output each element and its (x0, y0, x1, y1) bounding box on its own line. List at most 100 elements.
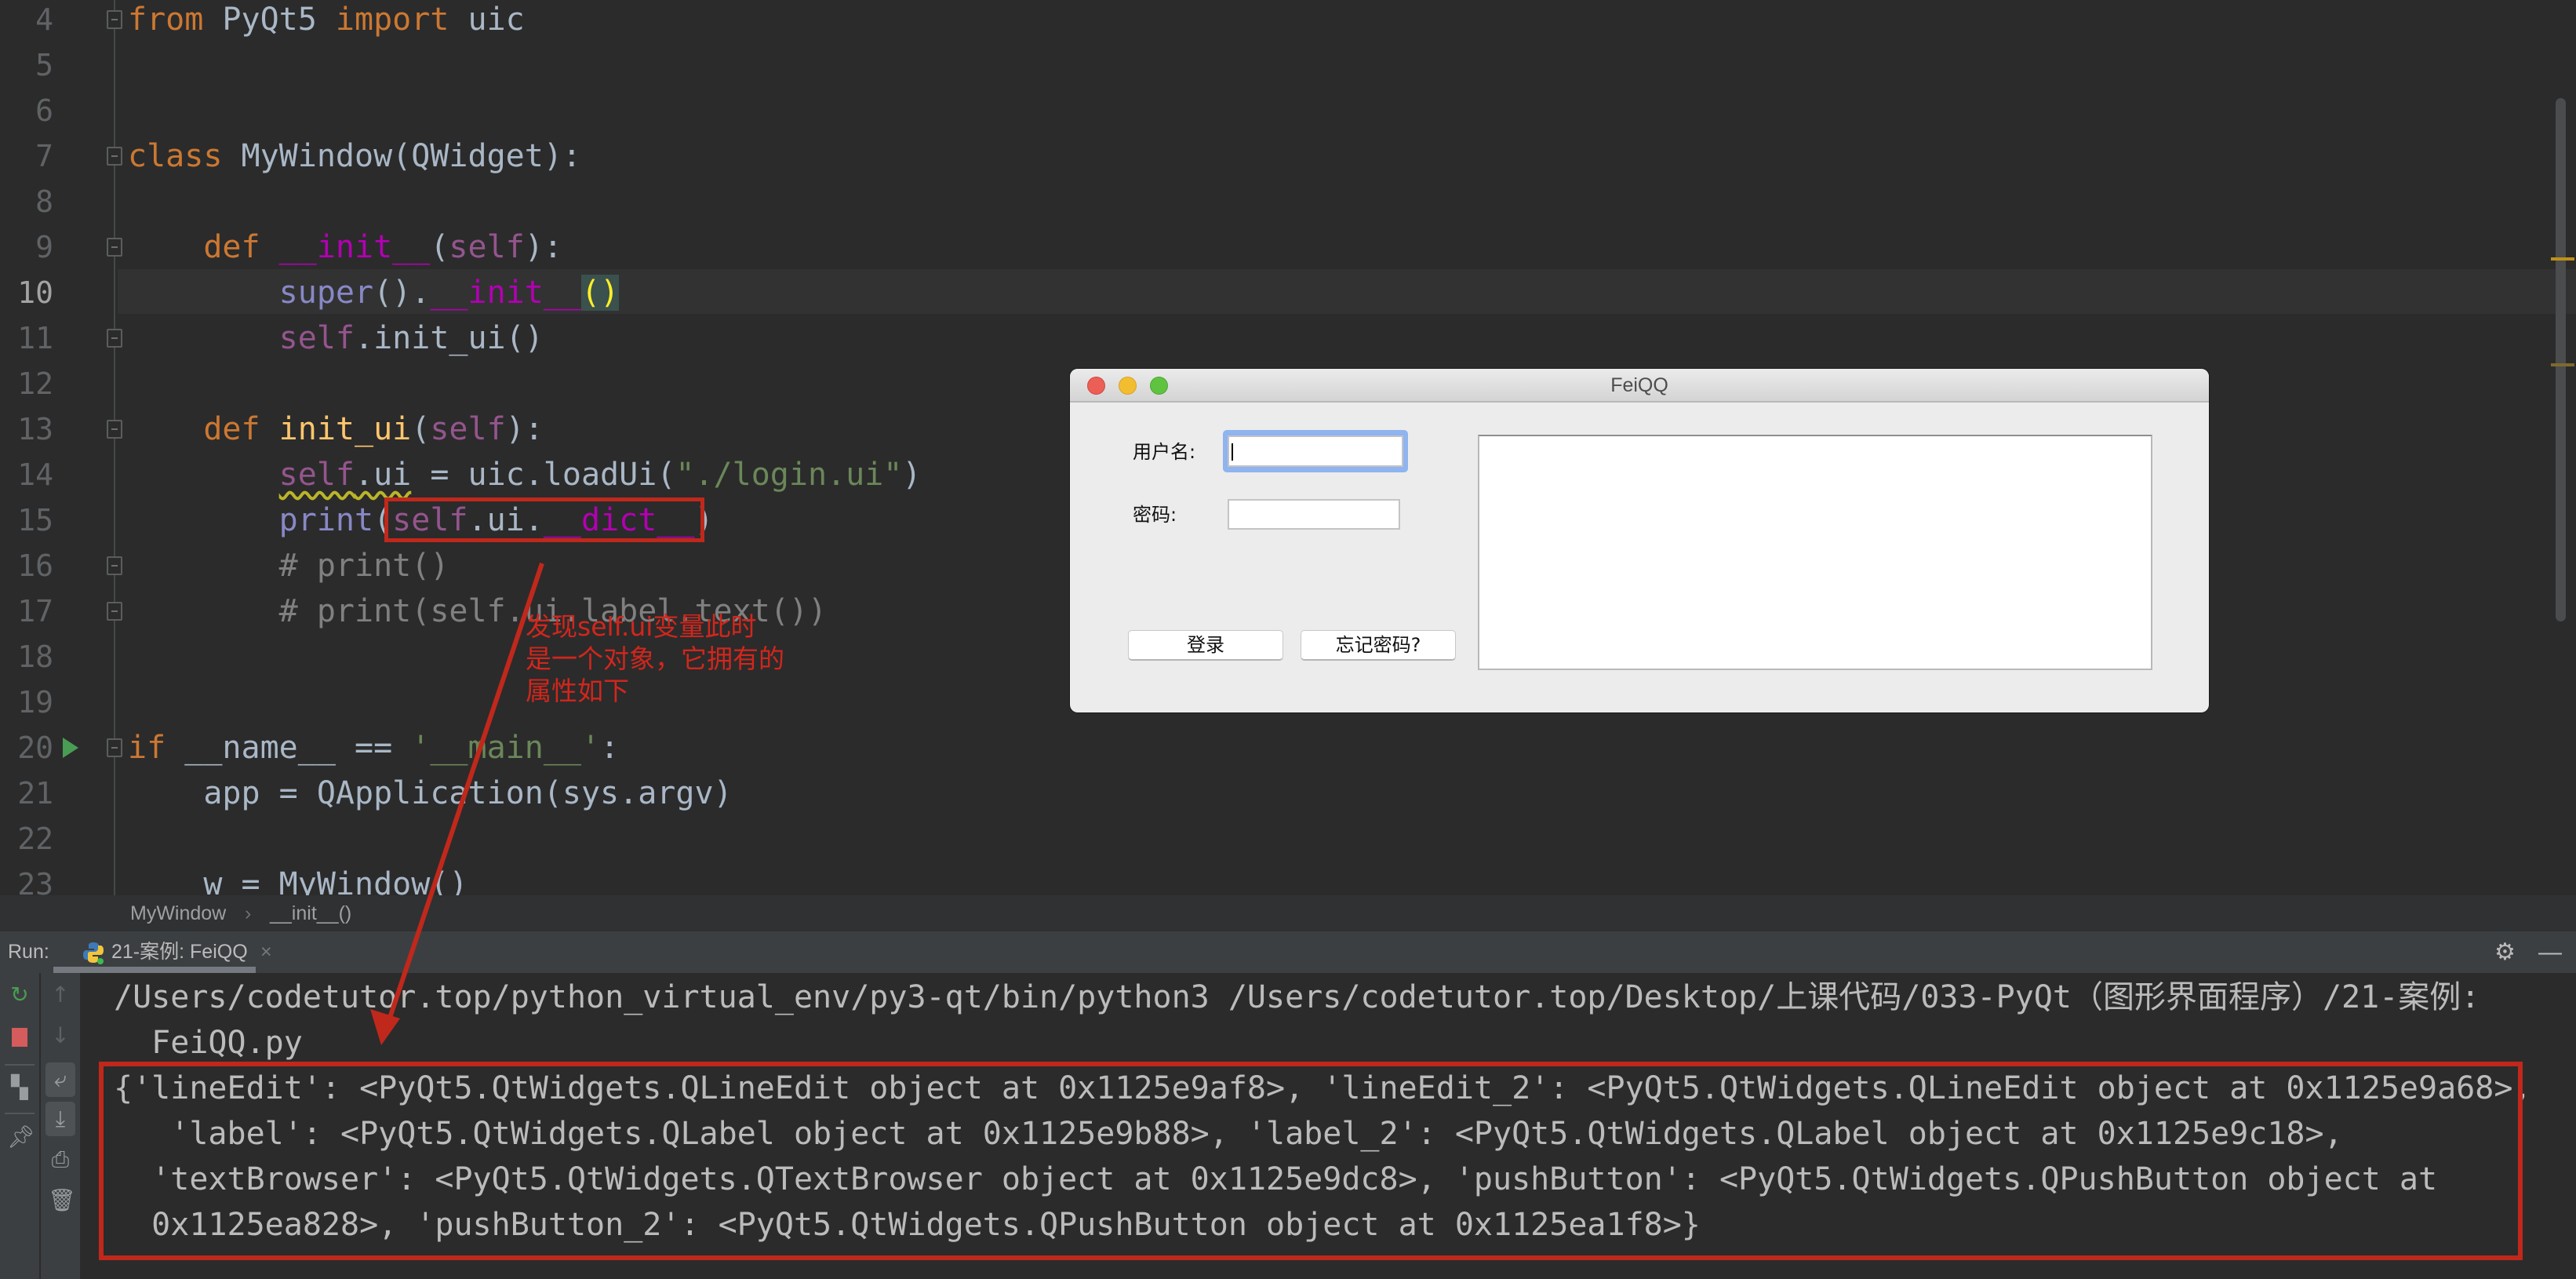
editor-scrollbar[interactable] (2556, 98, 2566, 621)
code-token: .ui (354, 457, 412, 493)
trash-icon[interactable]: 🗑︎ (48, 1188, 76, 1213)
code-token: self (430, 411, 506, 447)
password-label: 密码: (1133, 504, 1177, 526)
fold-icon[interactable] (107, 556, 122, 575)
line-number: 20 (17, 731, 53, 765)
code-token: __init__ (278, 229, 431, 265)
code-line[interactable]: 5 (0, 42, 2541, 88)
code-line[interactable]: 11 self.init_ui() (0, 315, 2541, 361)
line-number: 17 (17, 594, 53, 629)
error-stripe-marker[interactable] (2551, 363, 2574, 366)
code-text: app = QApplication(sys.argv) (128, 771, 732, 816)
line-number: 23 (17, 867, 53, 895)
code-token: uic (449, 2, 525, 38)
run-label: Run: (8, 941, 49, 963)
up-arrow-icon[interactable]: ↑ (48, 982, 73, 1008)
text-caret (1232, 443, 1233, 461)
code-token: ) (902, 457, 922, 493)
breadcrumb-method[interactable]: __init__() (270, 895, 351, 931)
code-line[interactable]: 10 super().__init__() (0, 270, 2541, 315)
line-number: 11 (17, 321, 53, 355)
annotation-note: 发现self.ui变量此时 是一个对象，它拥有的 属性如下 (526, 611, 784, 706)
run-console[interactable]: ↻ ▚ 📌︎ ↑ ↓ ⤶ ⤓ ⎙ 🗑︎ /Users/codetutor.top… (0, 973, 2576, 1279)
fold-icon[interactable] (107, 238, 122, 257)
fold-icon[interactable] (107, 10, 122, 29)
code-token: super (278, 275, 374, 311)
line-number: 10 (17, 275, 53, 310)
code-token: w = MyWindow() (128, 866, 468, 895)
title-bar[interactable]: FeiQQ (1070, 369, 2209, 403)
pin-icon[interactable]: 📌︎ (7, 1124, 35, 1150)
line-number: 6 (35, 93, 53, 128)
code-line[interactable]: 20 if __name__ == '__main__': (0, 725, 2541, 771)
feiqq-window: FeiQQ 用户名: 密码: 登录 忘记密码? (1070, 369, 2209, 712)
close-tab-icon[interactable]: × (260, 931, 272, 973)
code-token: ( (411, 411, 431, 447)
code-line[interactable]: 4 from PyQt5 import uic (0, 0, 2541, 42)
password-input[interactable] (1228, 499, 1400, 530)
line-number: 4 (35, 2, 53, 37)
gear-icon[interactable]: ⚙ (2494, 931, 2516, 973)
line-number: 16 (17, 548, 53, 583)
line-number: 22 (17, 822, 53, 856)
down-arrow-icon[interactable]: ↓ (48, 1023, 73, 1048)
code-line[interactable]: 21 app = QApplication(sys.argv) (0, 771, 2541, 816)
code-token: '__main__' (411, 730, 601, 766)
username-input[interactable] (1228, 435, 1403, 467)
line-number: 18 (17, 640, 53, 674)
run-side-toolbar: ↻ ▚ 📌︎ (0, 973, 39, 1279)
code-token: class (128, 138, 223, 174)
fold-icon[interactable] (107, 738, 122, 757)
line-number: 13 (17, 412, 53, 446)
code-line[interactable]: 9 def __init__(self): (0, 224, 2541, 270)
code-text: from PyQt5 import uic (128, 0, 525, 42)
toolbar-divider (5, 1113, 35, 1114)
fold-icon[interactable] (107, 329, 122, 348)
code-line[interactable]: 22 (0, 816, 2541, 862)
window-title: FeiQQ (1610, 374, 1668, 396)
code-text: self.ui = uic.loadUi("./login.ui") (128, 452, 922, 497)
line-number: 15 (17, 503, 53, 537)
run-gutter-icon[interactable] (63, 738, 78, 758)
layout-icon[interactable]: ▚ (7, 1075, 32, 1100)
forgot-password-button[interactable]: 忘记密码? (1301, 630, 1456, 661)
fold-icon[interactable] (107, 420, 122, 439)
print-icon[interactable]: ⎙ (48, 1147, 73, 1172)
username-label: 用户名: (1133, 441, 1196, 463)
breadcrumb-class[interactable]: MyWindow (130, 895, 226, 931)
code-token: if (128, 730, 166, 766)
line-number: 7 (35, 139, 53, 173)
breadcrumb: MyWindow › __init__() (0, 895, 2576, 931)
soft-wrap-icon[interactable]: ⤶ (45, 1062, 75, 1097)
code-line[interactable]: 23 w = MyWindow() (0, 862, 2541, 895)
scroll-to-end-icon[interactable]: ⤓ (45, 1102, 75, 1136)
python-icon (82, 941, 105, 964)
code-text: class MyWindow(QWidget): (128, 133, 581, 179)
code-token: self (278, 457, 355, 493)
text-browser[interactable] (1478, 435, 2152, 670)
minimize-icon[interactable]: — (2538, 931, 2562, 973)
active-tab-indicator (53, 967, 256, 973)
fold-icon[interactable] (107, 147, 122, 166)
code-line[interactable]: 7 class MyWindow(QWidget): (0, 133, 2541, 179)
code-line[interactable]: 6 (0, 88, 2541, 133)
code-text: if __name__ == '__main__': (128, 725, 619, 771)
toolbar-divider (5, 1064, 35, 1066)
code-token: from (128, 2, 204, 38)
line-number: 21 (17, 776, 53, 811)
highlight-box-output (99, 1062, 2523, 1260)
fold-icon[interactable] (107, 602, 122, 621)
error-stripe-marker[interactable] (2551, 257, 2574, 261)
code-text: # print() (128, 543, 449, 588)
stop-icon[interactable] (7, 1025, 32, 1050)
rerun-icon[interactable]: ↻ (7, 982, 32, 1008)
code-token: init_ui (278, 411, 412, 447)
code-line[interactable]: 8 (0, 179, 2541, 224)
login-button[interactable]: 登录 (1128, 630, 1283, 661)
code-text: def init_ui(self): (128, 406, 544, 452)
code-text: w = MyWindow() (128, 862, 468, 895)
